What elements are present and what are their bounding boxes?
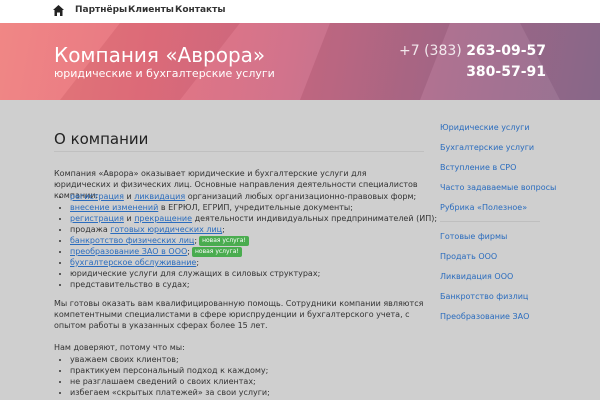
list-item: не разглашаем сведений о своих клиентах; <box>70 376 424 387</box>
list-item: банкротство физических лиц;новая услуга! <box>70 235 424 246</box>
trust-intro: Нам доверяют, потому что мы: <box>54 343 185 352</box>
sidebar-item-sell-llc[interactable]: Продать ООО <box>440 252 497 261</box>
home-icon[interactable] <box>52 4 65 17</box>
list-text: организаций любых организационно-правовы… <box>185 192 417 201</box>
sidebar-item-liquidation-llc[interactable]: Ликвидация ООО <box>440 272 513 281</box>
page-title: О компании <box>54 128 424 152</box>
main-content: О компании Компания «Аврора» оказывает ю… <box>54 128 437 397</box>
list-text: продажа <box>70 225 111 234</box>
list-item: практикуем персональный подход к каждому… <box>70 365 424 376</box>
trust-list: уважаем своих клиентов; практикуем персо… <box>54 354 424 398</box>
sidebar-item-conversion[interactable]: Преобразование ЗАО <box>440 312 529 321</box>
link-accounting[interactable]: бухгалтерское обслуживание <box>70 258 196 267</box>
list-text: и <box>123 192 135 201</box>
list-item: регистрация и прекращение деятельности и… <box>70 213 437 224</box>
phone-secondary[interactable]: 380-57-91 <box>466 64 546 80</box>
sidebar-item-legal[interactable]: Юридические услуги <box>440 123 530 132</box>
link-ready-companies[interactable]: готовых юридических лиц <box>110 225 222 234</box>
list-item: внесение изменений в ЕГРЮЛ, ЕГРИП, учред… <box>70 202 424 213</box>
services-list: регистрация и ликвидация организаций люб… <box>54 191 437 290</box>
list-item: преобразование ЗАО в ООО;новая услуга! <box>70 246 424 257</box>
company-name[interactable]: Компания «Аврора» <box>54 43 265 67</box>
list-item: избегаем «скрытых платежей» за свои услу… <box>70 387 424 398</box>
list-item: продажа готовых юридических лиц; <box>70 224 424 235</box>
list-text: представительство в судах; <box>70 280 190 289</box>
link-registration-ip[interactable]: регистрация <box>70 214 124 223</box>
list-text: юридические услуги для служащих в силовы… <box>70 269 321 278</box>
list-text: ; <box>196 258 200 267</box>
nav-contacts[interactable]: Контакты <box>175 5 226 15</box>
top-navigation: Партнёры Клиенты Контакты <box>0 0 600 23</box>
link-changes[interactable]: внесение изменений <box>70 203 158 212</box>
link-registration-org[interactable]: регистрация <box>70 192 124 201</box>
phone-number: 263-09-57 <box>466 43 546 59</box>
link-conversion[interactable]: преобразование ЗАО в ООО <box>70 247 187 256</box>
sidebar-item-sro[interactable]: Вступление в СРО <box>440 163 516 172</box>
list-item: бухгалтерское обслуживание; <box>70 257 424 268</box>
list-text: в ЕГРЮЛ, ЕГРИП, учредительные документы; <box>158 203 353 212</box>
sidebar-item-accounting[interactable]: Бухгалтерские услуги <box>440 143 534 152</box>
list-text: деятельности индивидуальных предпринимат… <box>192 214 438 223</box>
new-service-badge: новая услуга! <box>199 236 249 246</box>
phone-code: +7 (383) <box>399 43 462 59</box>
nav-partners[interactable]: Партнёры <box>75 5 127 15</box>
link-liquidation[interactable]: ликвидация <box>134 192 185 201</box>
sidebar-item-ready-firms[interactable]: Готовые фирмы <box>440 232 507 241</box>
company-tagline: юридические и бухгалтерские услуги <box>54 67 275 80</box>
list-item: регистрация и ликвидация организаций люб… <box>70 191 424 202</box>
list-text: ; <box>194 236 198 245</box>
sidebar-item-bankruptcy[interactable]: Банкротство физлиц <box>440 292 528 301</box>
list-item: представительство в судах; <box>70 279 424 290</box>
sidebar-item-faq[interactable]: Часто задаваемые вопросы <box>440 183 556 192</box>
sidebar-divider <box>440 221 540 222</box>
phone-primary[interactable]: +7 (383) 263-09-57 <box>399 43 546 59</box>
link-termination[interactable]: прекращение <box>134 214 192 223</box>
experience-paragraph: Мы готовы оказать вам квалифицированную … <box>54 299 424 330</box>
sidebar-item-useful[interactable]: Рубрика «Полезное» <box>440 203 527 212</box>
new-service-badge: новая услуга! <box>192 247 242 257</box>
list-item: уважаем своих клиентов; <box>70 354 424 365</box>
list-text: и <box>123 214 135 223</box>
link-bankruptcy[interactable]: банкротство физических лиц <box>70 236 194 245</box>
nav-clients[interactable]: Клиенты <box>128 5 174 15</box>
list-item: юридические услуги для служащих в силовы… <box>70 268 424 279</box>
header-banner: Компания «Аврора» юридические и бухгалте… <box>0 23 600 100</box>
list-text: ; <box>187 247 190 256</box>
list-text: ; <box>222 225 225 234</box>
